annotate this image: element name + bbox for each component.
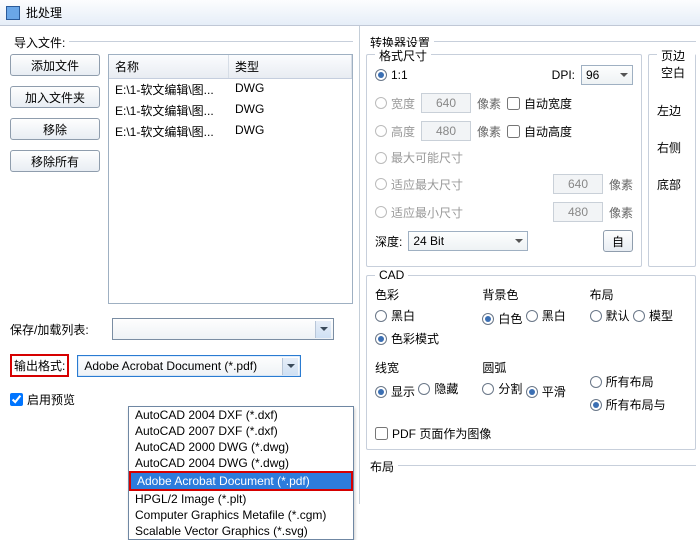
format-size-title: 格式尺寸 [375,47,431,64]
margins-title: 页边空白 [657,47,695,81]
margin-right-label: 右侧 [657,139,687,156]
layout-all-radio[interactable]: 所有布局 [590,373,654,390]
format-size-group: 格式尺寸 1:1 DPI: 96 宽度 像素 自动宽度 高度 像素 [366,54,642,267]
format-option[interactable]: AutoCAD 2007 DXF (*.dxf) [129,423,353,439]
max-possible-radio[interactable]: 最大可能尺寸 [375,149,463,166]
ratio-1to1-radio[interactable]: 1:1 [375,68,408,82]
remove-button[interactable]: 移除 [10,118,100,140]
depth-select[interactable]: 24 Bit [408,231,528,251]
import-label: 导入文件: [10,36,69,50]
format-option[interactable]: AutoCAD 2000 DWG (*.dwg) [129,439,353,455]
format-option-highlight: Adobe Acrobat Document (*.pdf) [129,471,353,491]
fit-max-input[interactable] [553,174,603,194]
converter-settings-label: 转换器设置 [366,34,696,48]
app-icon [6,6,20,20]
output-format-combo[interactable]: Adobe Acrobat Document (*.pdf) [77,355,301,377]
title-bar: 批处理 [0,0,700,26]
arc-split-radio[interactable]: 分割 [482,380,522,397]
format-option[interactable]: HPGL/2 Image (*.plt) [129,491,353,507]
left-panel: 导入文件: 添加文件 加入文件夹 移除 移除所有 名称 类型 E:\1-软文编辑… [0,26,360,504]
add-folder-button[interactable]: 加入文件夹 [10,86,100,108]
margins-group: 页边空白 上面 左边 右侧 底部 [648,54,696,267]
content: 导入文件: 添加文件 加入文件夹 移除 移除所有 名称 类型 E:\1-软文编辑… [0,26,700,504]
layout-default-radio[interactable]: 默认 [590,307,630,324]
import-group: 导入文件: [10,34,353,48]
pdf-as-image-checkbox[interactable]: PDF 页面作为图像 [375,425,491,442]
arc-label: 圆弧 [482,359,579,376]
file-table[interactable]: 名称 类型 E:\1-软文编辑\图...DWG E:\1-软文编辑\图...DW… [108,54,353,304]
layout-alland-radio[interactable]: 所有布局与 [590,396,666,413]
auto-height-checkbox[interactable]: 自动高度 [507,123,572,140]
bgcolor-label: 背景色 [482,286,579,303]
format-option[interactable]: Scalable Vector Graphics (*.svg) [129,523,353,539]
table-row[interactable]: E:\1-软文编辑\图...DWG [109,121,352,142]
auto-button[interactable]: 自 [603,230,633,252]
bg-black-radio[interactable]: 黑白 [526,307,566,324]
dpi-label: DPI: [552,68,575,82]
fit-min-input[interactable] [553,202,603,222]
height-input[interactable] [421,121,471,141]
auto-width-checkbox[interactable]: 自动宽度 [507,95,572,112]
col-type-header[interactable]: 类型 [229,55,352,78]
margin-left-label: 左边 [657,102,687,119]
width-input[interactable] [421,93,471,113]
linewidth-label: 线宽 [375,359,472,376]
fit-min-radio[interactable]: 适应最小尺寸 [375,204,463,221]
linewidth-show-radio[interactable]: 显示 [375,383,415,400]
remove-all-button[interactable]: 移除所有 [10,150,100,172]
output-format-dropdown[interactable]: AutoCAD 2004 DXF (*.dxf) AutoCAD 2007 DX… [128,406,354,540]
savelist-label: 保存/加载列表: [10,321,104,338]
enable-preview-checkbox[interactable]: 启用预览 [10,391,104,408]
bg-white-radio[interactable]: 白色 [482,310,522,327]
arc-smooth-radio[interactable]: 平滑 [526,383,566,400]
depth-label: 深度: [375,233,402,250]
linewidth-hide-radio[interactable]: 隐藏 [418,380,458,397]
col-name-header[interactable]: 名称 [109,55,229,78]
format-option[interactable]: Computer Graphics Metafile (*.cgm) [129,507,353,523]
table-row[interactable]: E:\1-软文编辑\图...DWG [109,100,352,121]
savelist-combo[interactable] [112,318,334,340]
layout-model-radio[interactable]: 模型 [633,307,673,324]
width-radio[interactable]: 宽度 [375,95,415,112]
margin-bottom-label: 底部 [657,176,687,193]
color-bw-radio[interactable]: 黑白 [375,307,415,324]
layout-section: 布局 [366,458,696,472]
add-file-button[interactable]: 添加文件 [10,54,100,76]
color-mode-radio[interactable]: 色彩模式 [375,330,439,347]
window-title: 批处理 [26,4,62,21]
height-radio[interactable]: 高度 [375,123,415,140]
format-option[interactable]: AutoCAD 2004 DWG (*.dwg) [129,455,353,471]
right-panel: 转换器设置 格式尺寸 1:1 DPI: 96 宽度 像素 自动宽度 高度 [360,26,700,504]
cad-title: CAD [375,268,408,282]
layout-label: 布局 [590,286,687,303]
color-label: 色彩 [375,286,472,303]
fit-max-radio[interactable]: 适应最大尺寸 [375,176,463,193]
output-format-label-highlight: 输出格式: [10,354,69,377]
format-option-selected[interactable]: Adobe Acrobat Document (*.pdf) [131,473,351,489]
format-option[interactable]: AutoCAD 2004 DXF (*.dxf) [129,407,353,423]
dpi-select[interactable]: 96 [581,65,633,85]
table-row[interactable]: E:\1-软文编辑\图...DWG [109,79,352,100]
output-format-label: 输出格式: [14,359,65,373]
cad-group: CAD 色彩 黑白 色彩模式 背景色 白色 黑白 布局 默认 模型 [366,275,696,450]
